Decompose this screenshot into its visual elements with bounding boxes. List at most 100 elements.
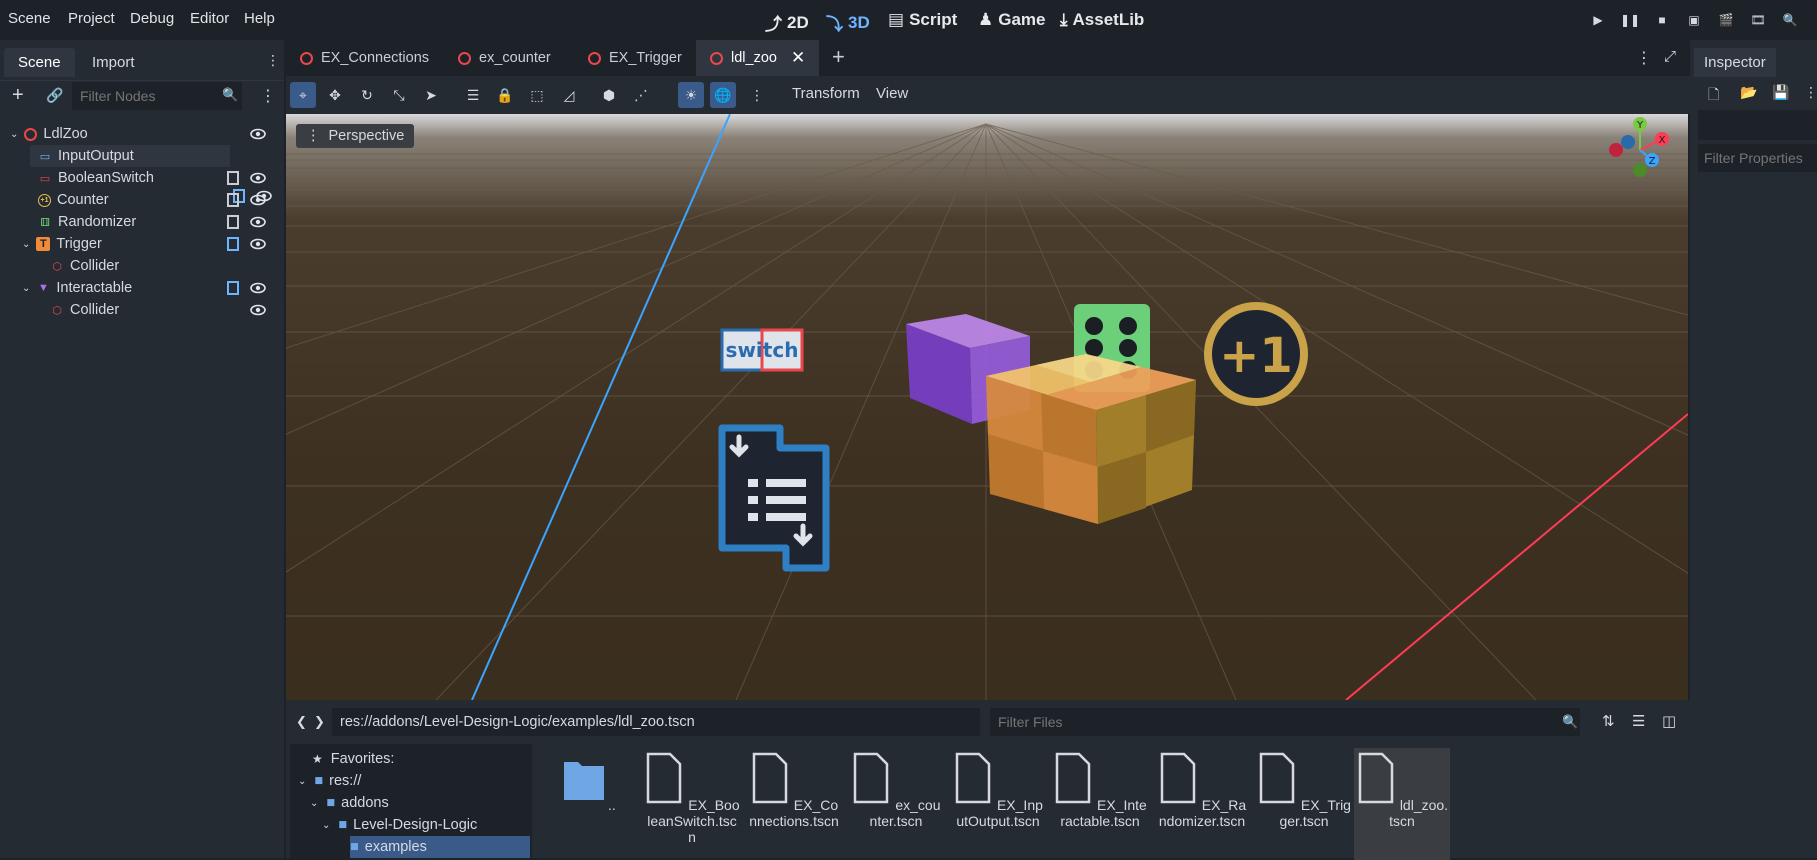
snap-list-icon[interactable]: ☰	[464, 86, 482, 104]
dock-menu-icon[interactable]: ⋮	[266, 52, 280, 69]
addons-folder-item[interactable]: ⌄ ■ addons	[310, 792, 389, 814]
workspace-assetlib-button[interactable]: ⤓ AssetLib	[1060, 10, 1144, 30]
pause-icon[interactable]: ❚❚	[1620, 12, 1640, 28]
tree-row-trigger[interactable]: ⌄ T Trigger	[0, 233, 280, 255]
visibility-eye-icon[interactable]	[250, 280, 266, 296]
fullscreen-icon[interactable]: ⤢	[1664, 48, 1676, 65]
tab-scene[interactable]: Scene	[4, 48, 75, 77]
menu-editor[interactable]: Editor	[190, 10, 229, 27]
favorites-item[interactable]: ★ Favorites:	[312, 748, 394, 770]
tree-row-collider[interactable]: ⬡ Collider	[0, 299, 280, 321]
back-icon[interactable]: ❮	[296, 714, 307, 730]
more-options-icon[interactable]: ⋮	[1636, 48, 1652, 68]
new-tab-icon[interactable]: +	[832, 44, 845, 70]
play-scene-icon[interactable]: 🎬	[1718, 12, 1734, 28]
filter-properties-input[interactable]	[1698, 144, 1817, 172]
script-icon[interactable]	[226, 170, 240, 186]
tab-ex-connections[interactable]: EX_Connections	[286, 40, 443, 76]
file-ex-connections[interactable]: EX_Connections.tscn	[746, 750, 842, 829]
menu-project[interactable]: Project	[68, 10, 115, 27]
environment-preview-icon[interactable]: 🌐	[710, 82, 736, 108]
sun-preview-icon[interactable]: ☀	[678, 82, 704, 108]
tab-ex-counter[interactable]: ex_counter	[444, 40, 565, 76]
3d-viewport[interactable]: switch +1 ⋮ Perspective Y X Z	[286, 114, 1688, 700]
visibility-eye-icon[interactable]	[250, 192, 266, 208]
rotate-tool-icon[interactable]: ↻	[358, 86, 376, 104]
workspace-game-button[interactable]: ♟ Game	[978, 10, 1046, 30]
tree-row-ldlzoo[interactable]: ⌄ LdlZoo	[0, 123, 280, 145]
visibility-eye-icon[interactable]	[250, 302, 266, 318]
new-resource-icon[interactable]: 🗋	[1708, 84, 1719, 108]
file-ex-trigger[interactable]: EX_Trigger.tscn	[1256, 750, 1352, 829]
add-node-icon[interactable]: +	[12, 84, 24, 107]
workspace-3d-button[interactable]: ⤵ 3D	[826, 10, 870, 35]
stop-icon[interactable]: ■	[1654, 12, 1670, 28]
save-icon[interactable]: 💾	[1772, 84, 1789, 101]
local-space-icon[interactable]: ⬢	[600, 86, 618, 104]
move-tool-icon[interactable]: ✥	[326, 86, 344, 104]
transform-menu[interactable]: Transform	[792, 85, 860, 102]
res-folder-item[interactable]: ⌄ ■ res://	[298, 770, 361, 792]
file-ex-randomizer[interactable]: EX_Randomizer.tscn	[1154, 750, 1250, 829]
script-attached-icon[interactable]	[226, 236, 240, 252]
file-ex-booleanswitch[interactable]: EX_BooleanSwitch.tscn	[644, 750, 740, 845]
close-icon[interactable]: ✕	[791, 48, 805, 68]
menu-debug[interactable]: Debug	[130, 10, 174, 27]
file-ldl-zoo[interactable]: ldl_zoo.tscn	[1354, 748, 1450, 860]
visibility-eye-icon[interactable]	[250, 126, 266, 142]
workspace-2d-button[interactable]: ⤴ 2D	[765, 10, 809, 35]
perspective-menu-button[interactable]: ⋮ Perspective	[296, 124, 415, 148]
tab-import[interactable]: Import	[78, 48, 149, 77]
remote-debug-icon[interactable]: ▣	[1686, 12, 1702, 28]
chevron-down-icon[interactable]: ⌄	[22, 283, 30, 294]
movie-maker-icon[interactable]: 🔍	[1782, 12, 1798, 28]
scale-tool-icon[interactable]: ⤡	[390, 86, 408, 104]
tree-row-randomizer[interactable]: ⚅ Randomizer	[0, 211, 280, 233]
filter-nodes-input[interactable]	[72, 82, 242, 110]
open-folder-icon[interactable]: 📂	[1740, 84, 1757, 101]
tree-row-booleanswitch[interactable]: ▭ BooleanSwitch	[0, 167, 280, 189]
tree-row-collider[interactable]: ⬡ Collider	[0, 255, 280, 277]
list-view-icon[interactable]: ☰	[1632, 712, 1645, 730]
tab-ex-trigger[interactable]: EX_Trigger	[574, 40, 696, 76]
script-icon[interactable]	[226, 214, 240, 230]
workspace-script-button[interactable]: ▤ Script	[888, 10, 957, 30]
ruler-icon[interactable]: ◿	[560, 86, 578, 104]
select-tool-icon[interactable]: ⌖	[290, 82, 316, 108]
file-parent-folder[interactable]: ..	[542, 750, 638, 813]
path-field[interactable]: res://addons/Level-Design-Logic/examples…	[332, 708, 980, 736]
object-selector[interactable]	[1698, 110, 1817, 140]
tree-row-interactable[interactable]: ⌄ ▼ Interactable	[0, 277, 280, 299]
orientation-gizmo[interactable]: Y X Z	[1600, 114, 1686, 186]
tree-row-inputoutput[interactable]: ▭ InputOutput	[30, 145, 230, 167]
more-options-icon[interactable]: ⋮	[1804, 84, 1817, 101]
lock-icon[interactable]: 🔒	[496, 86, 514, 104]
chevron-down-icon[interactable]: ⌄	[10, 129, 18, 140]
snap-icon[interactable]: ⋰	[632, 86, 650, 104]
chevron-down-icon[interactable]: ⌄	[22, 239, 30, 250]
link-icon[interactable]: 🔗	[46, 87, 63, 104]
file-ex-counter[interactable]: ex_counter.tscn	[848, 750, 944, 829]
tab-ldl-zoo[interactable]: ldl_zoo ✕	[696, 40, 820, 76]
filter-files-input[interactable]	[990, 708, 1580, 736]
file-ex-inputoutput[interactable]: EX_InputOutput.tscn	[950, 750, 1046, 829]
tree-row-counter[interactable]: +1 Counter	[0, 189, 280, 211]
view-menu[interactable]: View	[876, 85, 908, 102]
examples-folder-item[interactable]: ■ examples	[350, 836, 530, 858]
script-attached-icon[interactable]	[226, 280, 240, 296]
menu-help[interactable]: Help	[244, 10, 275, 27]
level-design-logic-folder-item[interactable]: ⌄ ■ Level-Design-Logic	[322, 814, 477, 836]
split-view-icon[interactable]: ◫	[1662, 712, 1676, 730]
file-ex-interactable[interactable]: EX_Interactable.tscn	[1052, 750, 1148, 829]
menu-scene[interactable]: Scene	[8, 10, 51, 27]
visibility-eye-icon[interactable]	[250, 236, 266, 252]
visibility-eye-icon[interactable]	[250, 170, 266, 186]
tab-inspector[interactable]: Inspector	[1694, 48, 1776, 77]
forward-icon[interactable]: ❯	[314, 714, 325, 730]
play-custom-scene-icon[interactable]: 🎞	[1750, 12, 1766, 28]
list-select-icon[interactable]: ➤	[422, 86, 440, 104]
visibility-eye-icon[interactable]	[250, 214, 266, 230]
group-icon[interactable]: ⬚	[528, 86, 546, 104]
more-options-icon[interactable]: ⋮	[748, 86, 766, 104]
sort-icon[interactable]: ⇅	[1602, 712, 1615, 730]
